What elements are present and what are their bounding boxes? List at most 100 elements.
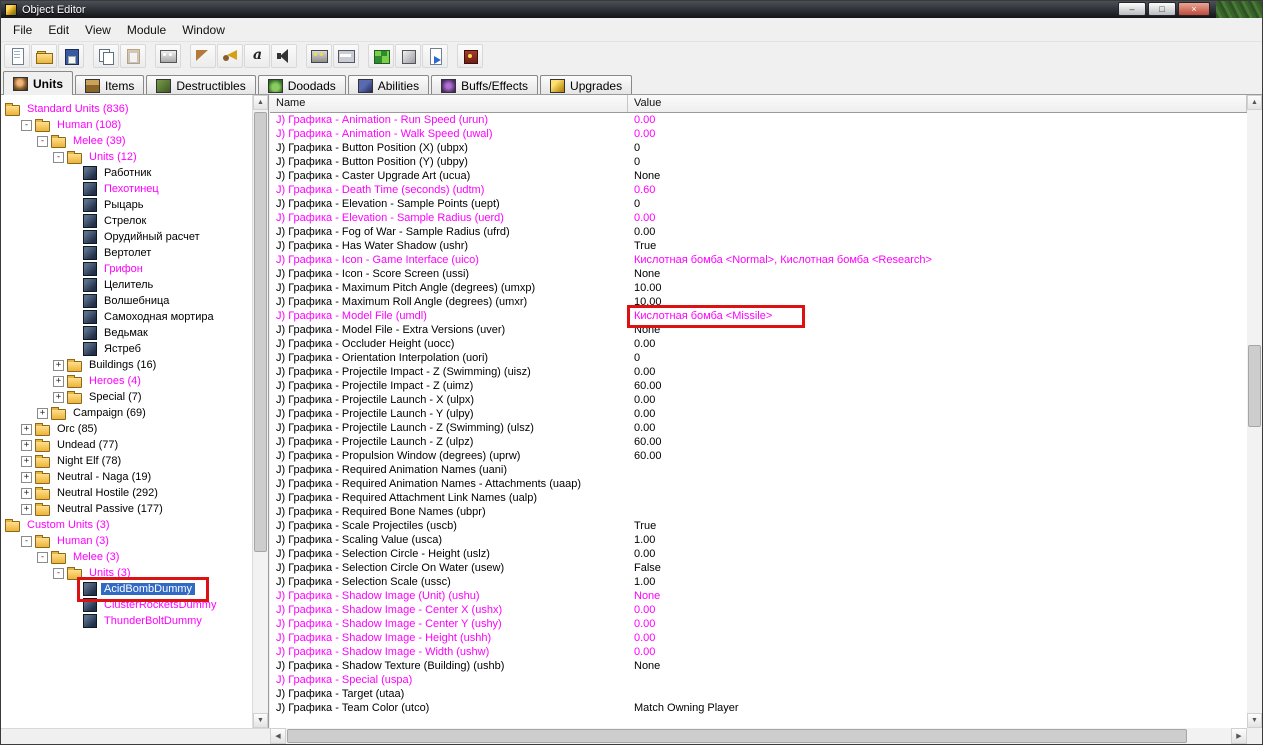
tree-item-human-3[interactable]: - Human (3): [1, 533, 268, 549]
field-value[interactable]: 0.00: [628, 128, 1247, 140]
field-value[interactable]: 0.00: [628, 618, 1247, 630]
grid-row-5[interactable]: J) Графика - Death Time (seconds) (udtm)…: [270, 183, 1247, 197]
collapse-box[interactable]: -: [53, 151, 64, 163]
tree-item-8[interactable]: Орудийный расчет: [1, 229, 268, 245]
scroll-up-button[interactable]: ▲: [253, 95, 268, 110]
grid-row-12[interactable]: J) Графика - Maximum Pitch Angle (degree…: [270, 281, 1247, 295]
grid-row-18[interactable]: J) Графика - Projectile Impact - Z (Swim…: [270, 365, 1247, 379]
field-value[interactable]: None: [628, 660, 1247, 672]
preview-sound-button[interactable]: [271, 44, 297, 68]
expand-box[interactable]: +: [21, 487, 32, 499]
scroll-left-button[interactable]: ◀: [270, 728, 286, 744]
field-value[interactable]: 0: [628, 352, 1247, 364]
import-manager-button[interactable]: [395, 44, 421, 68]
tree-item-thunderboltdummy[interactable]: ThunderBoltDummy: [1, 613, 268, 629]
grid-row-32[interactable]: J) Графика - Selection Circle On Water (…: [270, 561, 1247, 575]
grid-row-16[interactable]: J) Графика - Occluder Height (uocc) 0.00: [270, 337, 1247, 351]
open-button[interactable]: [31, 44, 57, 68]
grid-row-4[interactable]: J) Графика - Caster Upgrade Art (ucua) No…: [270, 169, 1247, 183]
tree-item-human-108[interactable]: - Human (108): [1, 117, 268, 133]
scrollbar-thumb[interactable]: [287, 729, 1187, 743]
close-button[interactable]: ×: [1178, 2, 1210, 16]
model-card-button[interactable]: [333, 44, 359, 68]
new-document-button[interactable]: [4, 44, 30, 68]
grid-row-3[interactable]: J) Графика - Button Position (Y) (ubpy) 0: [270, 155, 1247, 169]
field-value[interactable]: 10.00: [628, 282, 1247, 294]
tab-buffs-effects[interactable]: Buffs/Effects: [431, 75, 539, 95]
tree-item-undead-77[interactable]: + Undead (77): [1, 437, 268, 453]
tab-abilities[interactable]: Abilities: [347, 75, 430, 95]
grid-row-0[interactable]: J) Графика - Animation - Run Speed (urun…: [270, 113, 1247, 127]
tree-item-neutral-passive-177[interactable]: + Neutral Passive (177): [1, 501, 268, 517]
menu-window[interactable]: Window: [174, 20, 233, 40]
tree-item-12[interactable]: Волшебница: [1, 293, 268, 309]
field-value[interactable]: 0: [628, 142, 1247, 154]
grid-row-35[interactable]: J) Графика - Shadow Image - Center X (us…: [270, 603, 1247, 617]
tree-item-campaign-69[interactable]: + Campaign (69): [1, 405, 268, 421]
field-value[interactable]: 1.00: [628, 534, 1247, 546]
field-value[interactable]: 0.00: [628, 226, 1247, 238]
paste-button[interactable]: [120, 44, 146, 68]
field-value[interactable]: 60.00: [628, 450, 1247, 462]
expand-box[interactable]: +: [21, 423, 32, 435]
grid-row-2[interactable]: J) Графика - Button Position (X) (ubpx) 0: [270, 141, 1247, 155]
expand-box[interactable]: +: [21, 471, 32, 483]
scrollbar-thumb[interactable]: [254, 112, 267, 552]
grid-row-22[interactable]: J) Графика - Projectile Launch - Z (Swim…: [270, 421, 1247, 435]
grid-row-40[interactable]: J) Графика - Special (uspa): [270, 673, 1247, 687]
grid-row-30[interactable]: J) Графика - Scaling Value (usca) 1.00: [270, 533, 1247, 547]
field-value[interactable]: 0.60: [628, 184, 1247, 196]
tab-destructibles[interactable]: Destructibles: [146, 75, 256, 95]
grid-row-33[interactable]: J) Графика - Selection Scale (ussc) 1.00: [270, 575, 1247, 589]
tree-item-heroes-4[interactable]: + Heroes (4): [1, 373, 268, 389]
tree-item-orc-85[interactable]: + Orc (85): [1, 421, 268, 437]
title-bar[interactable]: Object Editor – □ ×: [1, 1, 1262, 18]
tree-item-units-12[interactable]: - Units (12): [1, 149, 268, 165]
tree-item-buildings-16[interactable]: + Buildings (16): [1, 357, 268, 373]
field-value[interactable]: True: [628, 520, 1247, 532]
grid-row-29[interactable]: J) Графика - Scale Projectiles (uscb) Tru…: [270, 519, 1247, 533]
tree-item-melee-39[interactable]: - Melee (39): [1, 133, 268, 149]
field-value[interactable]: 0.00: [628, 646, 1247, 658]
scroll-down-button[interactable]: ▼: [1247, 713, 1262, 728]
field-value[interactable]: 0.00: [628, 114, 1247, 126]
grid-row-25[interactable]: J) Графика - Required Animation Names (u…: [270, 463, 1247, 477]
copy-button[interactable]: [93, 44, 119, 68]
tree-item-6[interactable]: Рыцарь: [1, 197, 268, 213]
grid-row-24[interactable]: J) Графика - Propulsion Window (degrees)…: [270, 449, 1247, 463]
campaign-editor-button[interactable]: [457, 44, 483, 68]
menu-file[interactable]: File: [5, 20, 40, 40]
field-value[interactable]: 0.00: [628, 394, 1247, 406]
grid-row-19[interactable]: J) Графика - Projectile Impact - Z (uimz…: [270, 379, 1247, 393]
tree-item-night-elf-78[interactable]: + Night Elf (78): [1, 453, 268, 469]
test-map-button[interactable]: [190, 44, 216, 68]
field-value[interactable]: False: [628, 562, 1247, 574]
grid-row-28[interactable]: J) Графика - Required Bone Names (ubpr): [270, 505, 1247, 519]
minimize-button[interactable]: –: [1118, 2, 1146, 16]
tree-vertical-scrollbar[interactable]: ▲ ▼: [252, 95, 268, 728]
grid-row-20[interactable]: J) Графика - Projectile Launch - X (ulpx…: [270, 393, 1247, 407]
grid-vertical-scrollbar[interactable]: ▲ ▼: [1247, 95, 1262, 728]
field-value[interactable]: Match Owning Player: [628, 702, 1247, 714]
expand-box[interactable]: +: [53, 391, 64, 403]
tree-item-14[interactable]: Ведьмак: [1, 325, 268, 341]
tree-item-9[interactable]: Вертолет: [1, 245, 268, 261]
tree-item-11[interactable]: Целитель: [1, 277, 268, 293]
expand-box[interactable]: +: [21, 455, 32, 467]
menu-view[interactable]: View: [77, 20, 119, 40]
tree-item-custom-units-3[interactable]: Custom Units (3): [1, 517, 268, 533]
tree-item-4[interactable]: Работник: [1, 165, 268, 181]
object-manager-button[interactable]: [368, 44, 394, 68]
field-value[interactable]: 0.00: [628, 408, 1247, 420]
tree-item-neutral-naga-19[interactable]: + Neutral - Naga (19): [1, 469, 268, 485]
tree-item-10[interactable]: Грифон: [1, 261, 268, 277]
grid-row-10[interactable]: J) Графика - Icon - Game Interface (uico…: [270, 253, 1247, 267]
field-value[interactable]: None: [628, 170, 1247, 182]
tree-item-standard-units-836[interactable]: Standard Units (836): [1, 101, 268, 117]
expand-box[interactable]: +: [37, 407, 48, 419]
field-value[interactable]: 0.00: [628, 422, 1247, 434]
field-value[interactable]: 0: [628, 198, 1247, 210]
grid-row-1[interactable]: J) Графика - Animation - Walk Speed (uwa…: [270, 127, 1247, 141]
grid-row-26[interactable]: J) Графика - Required Animation Names - …: [270, 477, 1247, 491]
field-value[interactable]: 1.00: [628, 576, 1247, 588]
